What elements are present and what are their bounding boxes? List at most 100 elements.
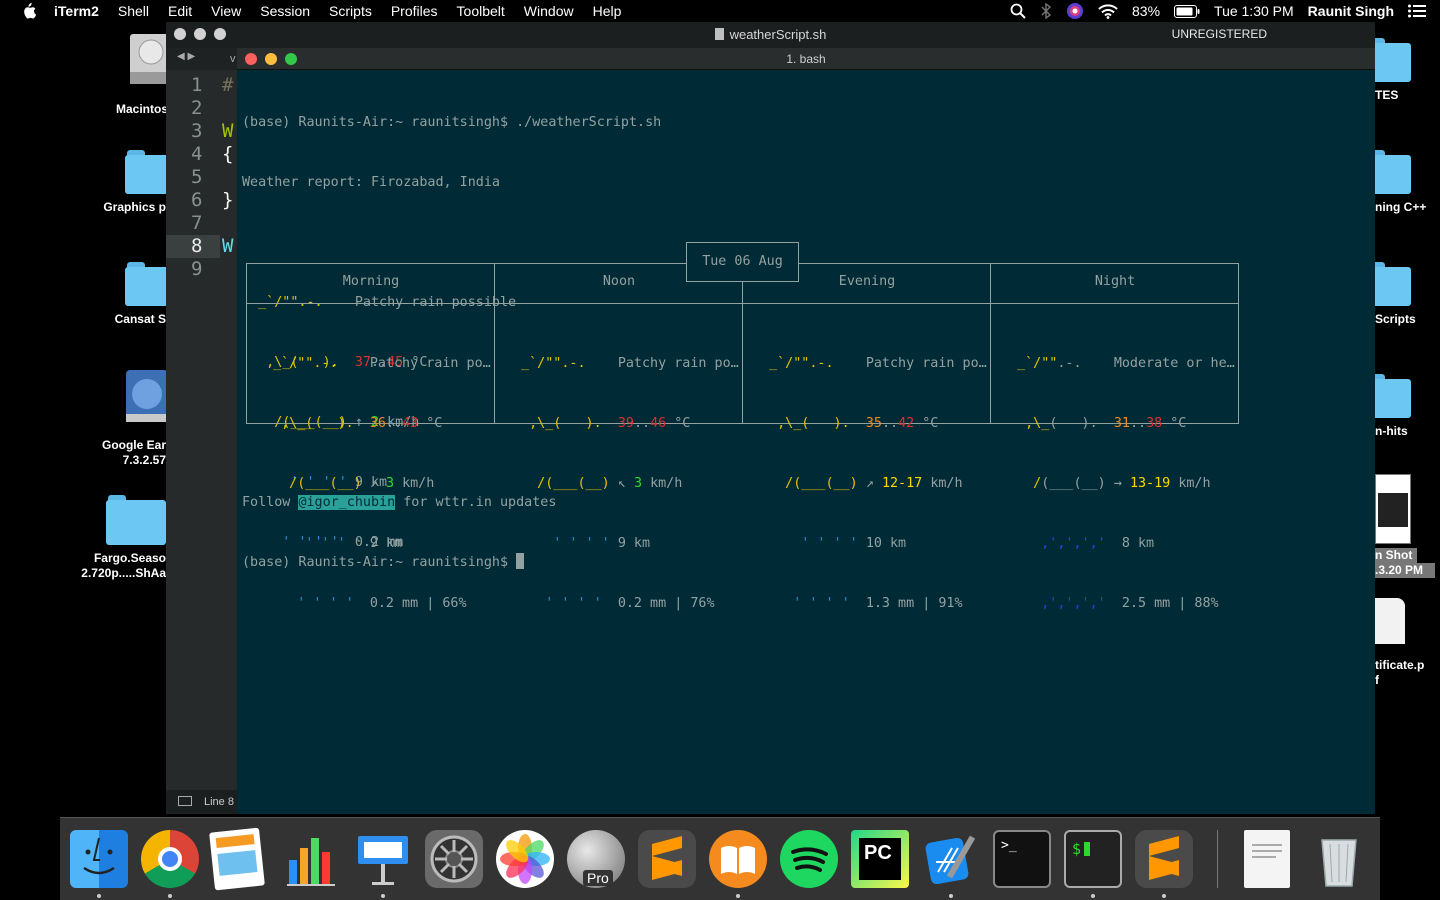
menu-profiles[interactable]: Profiles: [391, 3, 438, 19]
text-cursor: [516, 553, 525, 569]
desktop-folder-scripts[interactable]: Scripts: [1365, 262, 1437, 327]
pycharm-badge: PC: [864, 842, 892, 864]
desktop-icon-label: Fargo.Seaso: [93, 551, 166, 565]
desktop-folder-graphics[interactable]: Graphics p: [100, 150, 171, 215]
xcode-icon[interactable]: [922, 830, 980, 888]
line-number-gutter: 1 2 3 4 5 6 7 8 9: [166, 74, 220, 281]
code-line: #: [222, 74, 234, 96]
chrome-icon[interactable]: [141, 830, 199, 888]
iterm-title: 1. bash: [786, 52, 826, 66]
desktop-screenshot-file[interactable]: n Shot .3.20 PM: [1375, 474, 1437, 578]
menu-app-name[interactable]: iTerm2: [54, 3, 99, 19]
desktop-certificate-file[interactable]: tificate.p f: [1375, 598, 1437, 688]
wind-speed: 13-19: [1129, 476, 1171, 491]
menu-session[interactable]: Session: [260, 3, 310, 19]
clock[interactable]: Tue 1:30 PM: [1214, 3, 1294, 19]
trash-icon[interactable]: [1310, 830, 1368, 888]
bluetooth-icon[interactable]: [1040, 3, 1052, 19]
sublime-titlebar[interactable]: weatherScript.sh UNREGISTERED: [166, 22, 1375, 48]
user-name[interactable]: Raunit Singh: [1308, 3, 1394, 19]
period-header-night: Night: [1094, 274, 1136, 289]
keynote-icon[interactable]: [354, 830, 412, 888]
desktop-icon-label: Google Ear: [101, 438, 166, 452]
desktop-icon-label-2: .3.20 PM: [1375, 563, 1435, 578]
dock: Pro PC >_ $: [60, 817, 1380, 900]
numbers-icon[interactable]: [283, 830, 341, 888]
spotify-icon[interactable]: [780, 830, 838, 888]
sublime-text-2-icon[interactable]: [1135, 830, 1193, 888]
wifi-icon[interactable]: [1098, 3, 1118, 19]
pages-icon[interactable]: [209, 827, 265, 891]
desktop-folder-learning-cpp[interactable]: ning C++: [1365, 150, 1437, 215]
temp-hi: 38: [1146, 416, 1163, 431]
running-indicator: [949, 894, 953, 898]
unregistered-label: UNREGISTERED: [1171, 27, 1267, 41]
menu-shell[interactable]: Shell: [118, 3, 149, 19]
desktop-icon-label: Cansat S: [114, 312, 166, 326]
period-header-morning: Morning: [342, 274, 400, 289]
desktop-folder-fargo[interactable]: Fargo.Seaso 2.720p.....ShAa: [78, 495, 166, 581]
notification-center-icon[interactable]: [1408, 4, 1426, 18]
desktop-folder-hits[interactable]: n-hits: [1365, 374, 1437, 439]
battery-percent[interactable]: 83%: [1132, 3, 1160, 19]
photos-icon[interactable]: [496, 830, 554, 888]
running-indicator: [97, 894, 101, 898]
prompt-line[interactable]: (base) Raunits-Air:~ raunitsingh$: [242, 553, 556, 573]
desktop-icon-label: tificate.p: [1375, 658, 1425, 672]
sublime-status-bar: Line 8: [166, 790, 238, 814]
desktop-folder-tes[interactable]: TES: [1365, 38, 1435, 103]
wind-speed: 3: [633, 476, 642, 491]
sublime-tab-strip[interactable]: ◀ ▶ v: [166, 48, 238, 70]
prompt: (base) Raunits-Air:~ raunitsingh$: [242, 115, 517, 130]
tab-nav-arrows-icon[interactable]: ◀ ▶: [177, 51, 195, 62]
siri-icon[interactable]: [1066, 2, 1084, 20]
desktop-icon-label: Macintos: [115, 102, 168, 116]
battery-icon[interactable]: [1174, 4, 1200, 18]
menu-edit[interactable]: Edit: [168, 3, 192, 19]
running-indicator: [1162, 894, 1166, 898]
disk-image-icon: [126, 370, 168, 422]
desktop-icon-label: n-hits: [1375, 424, 1408, 438]
desktop-icon-label: Graphics p: [103, 200, 166, 214]
line-number: 7: [191, 212, 203, 234]
running-indicator: [168, 894, 172, 898]
precip: 2.5 mm | 88%: [1121, 596, 1219, 611]
desktop-folder-cansat[interactable]: Cansat S: [100, 262, 171, 327]
menu-view[interactable]: View: [211, 3, 241, 19]
iterm-window[interactable]: 1. bash (base) Raunits-Air:~ raunitsingh…: [237, 48, 1375, 814]
ibooks-icon[interactable]: [709, 830, 767, 888]
desktop-icon-label: TES: [1375, 88, 1399, 102]
dock-separator: [1217, 830, 1218, 888]
tab-label[interactable]: v: [230, 53, 236, 65]
menu-bar: iTerm2 Shell Edit View Session Scripts P…: [0, 0, 1440, 22]
finder-icon[interactable]: [70, 830, 128, 888]
sublime-text-icon[interactable]: [638, 830, 696, 888]
terminal-footer[interactable]: Follow @igor_chubin for wttr.in updates …: [242, 453, 556, 613]
menu-toolbelt[interactable]: Toolbelt: [457, 3, 505, 19]
desktop-icon-google-earth[interactable]: Google Ear 7.3.2.57: [92, 366, 168, 468]
iterm-icon[interactable]: $: [1064, 830, 1122, 888]
temp-lo: 39: [617, 416, 634, 431]
precip: 0.2 mm | 76%: [617, 596, 715, 611]
condition-text: Moderate or he…: [1113, 356, 1235, 371]
console-toggle-icon[interactable]: [178, 796, 192, 806]
google-earth-pro-icon[interactable]: Pro: [567, 830, 625, 888]
apple-menu-icon[interactable]: [20, 3, 38, 19]
temp-hi: 42: [898, 416, 915, 431]
iterm-titlebar[interactable]: 1. bash: [237, 48, 1375, 70]
menu-window[interactable]: Window: [524, 3, 574, 19]
condition-text: Patchy rain po…: [369, 356, 491, 371]
temp-lo: 35: [865, 416, 882, 431]
menu-help[interactable]: Help: [593, 3, 622, 19]
pycharm-icon[interactable]: PC: [851, 830, 909, 888]
menu-scripts[interactable]: Scripts: [329, 3, 372, 19]
screenshot-thumbnail-icon: [1375, 474, 1411, 544]
document-icon[interactable]: [1244, 830, 1290, 888]
desktop-icon-macintosh-hd[interactable]: Macintos: [100, 30, 172, 117]
desktop-icon-label: ning C++: [1375, 200, 1427, 214]
spotlight-search-icon[interactable]: [1010, 3, 1026, 19]
terminal-icon[interactable]: >_: [993, 830, 1051, 888]
system-preferences-icon[interactable]: [425, 830, 483, 888]
twitter-handle-link[interactable]: @igor_chubin: [298, 495, 396, 510]
